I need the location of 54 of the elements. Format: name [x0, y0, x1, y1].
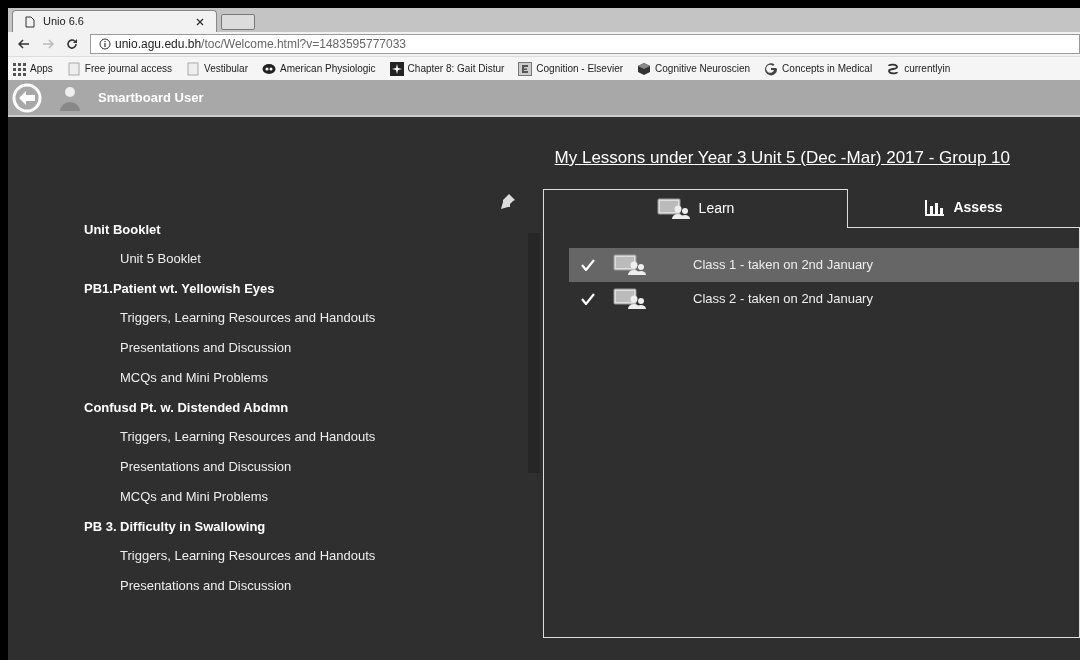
section-heading[interactable]: Confusd Pt. w. Distended Abdmn — [84, 392, 543, 422]
section-tab[interactable]: Assess — [848, 188, 1080, 228]
round-logo-icon — [262, 61, 276, 76]
bookmark-link[interactable]: Free journal access — [84, 61, 173, 76]
bookmark-link[interactable]: Concepts in Medical — [782, 61, 873, 76]
section-heading[interactable]: PB 3. Difficulty in Swallowing — [84, 511, 543, 541]
back-arrow-icon[interactable] — [18, 39, 30, 49]
lesson-title: Class 1 - taken on 2nd January — [693, 255, 873, 274]
bookmark-link[interactable]: Cognitive Neuroscien — [655, 61, 751, 76]
section-item[interactable]: Triggers, Learning Resources and Handouts — [84, 540, 543, 571]
info-icon — [99, 38, 111, 50]
class-icon — [613, 287, 647, 310]
section-item[interactable]: MCQs and Mini Problems — [84, 481, 543, 512]
user-avatar-icon — [58, 84, 82, 111]
close-icon[interactable] — [196, 17, 204, 26]
cube-icon — [637, 61, 652, 76]
browser-tab[interactable]: Unio 6.6 — [12, 10, 217, 32]
tab-title: Unio 6.6 — [43, 14, 85, 30]
url-text: unio.agu.edu.bh/toc/Welcome.html?v=1483595777033 — [115, 36, 406, 53]
bookmark-link[interactable]: American Physiologic — [280, 61, 376, 76]
class-icon — [656, 197, 691, 220]
reload-icon[interactable] — [66, 38, 78, 50]
section-heading[interactable]: Unit Booklet — [84, 214, 543, 244]
bookmark-link[interactable]: Vestibular — [204, 61, 248, 76]
lesson-row[interactable]: Class 2 - taken on 2nd January — [569, 281, 1079, 316]
section-item[interactable]: Presentations and Discussion — [84, 570, 543, 601]
bookmark-link[interactable]: Cognition - Elsevier — [536, 61, 624, 76]
apps-grid-icon — [12, 61, 26, 76]
section-heading[interactable]: PB1.Patient wt. Yellowish Eyes — [84, 273, 543, 303]
g-logo-icon — [764, 61, 779, 76]
section-item[interactable]: Presentations and Discussion — [84, 332, 543, 363]
bookmark-link[interactable]: currentlyin — [904, 61, 951, 76]
section-item[interactable]: Triggers, Learning Resources and Handouts — [84, 302, 543, 333]
class-icon — [613, 253, 647, 276]
section-item[interactable]: MCQs and Mini Problems — [84, 362, 543, 393]
lesson-title: Class 2 - taken on 2nd January — [693, 289, 873, 308]
section-item[interactable]: Triggers, Learning Resources and Handouts — [84, 421, 543, 452]
address-field[interactable]: unio.agu.edu.bh/toc/Welcome.html?v=1483595777033 — [90, 34, 1080, 54]
bookmark-link[interactable]: Chapter 8: Gait Distur — [407, 61, 505, 76]
new-tab-button[interactable] — [221, 14, 255, 30]
page-icon — [25, 15, 35, 28]
lesson-row[interactable]: Class 1 - taken on 2nd January — [569, 247, 1079, 282]
link-icon — [886, 61, 901, 76]
section-tab[interactable]: Learn — [543, 188, 848, 228]
section-item[interactable]: Presentations and Discussion — [84, 451, 543, 482]
page-icon — [66, 61, 81, 76]
burst-icon — [389, 61, 404, 76]
bookmark-link[interactable]: Apps — [30, 61, 53, 76]
page-icon — [186, 61, 201, 76]
bar-chart-icon — [925, 199, 946, 216]
letter-e-icon — [518, 61, 533, 76]
user-name: Smartboard User — [98, 88, 204, 107]
section-item[interactable]: Unit 5 Booklet — [84, 243, 543, 274]
page-title[interactable]: My Lessons under Year 3 Unit 5 (Dec -Mar) 2017 - Group 10 — [554, 145, 1010, 171]
